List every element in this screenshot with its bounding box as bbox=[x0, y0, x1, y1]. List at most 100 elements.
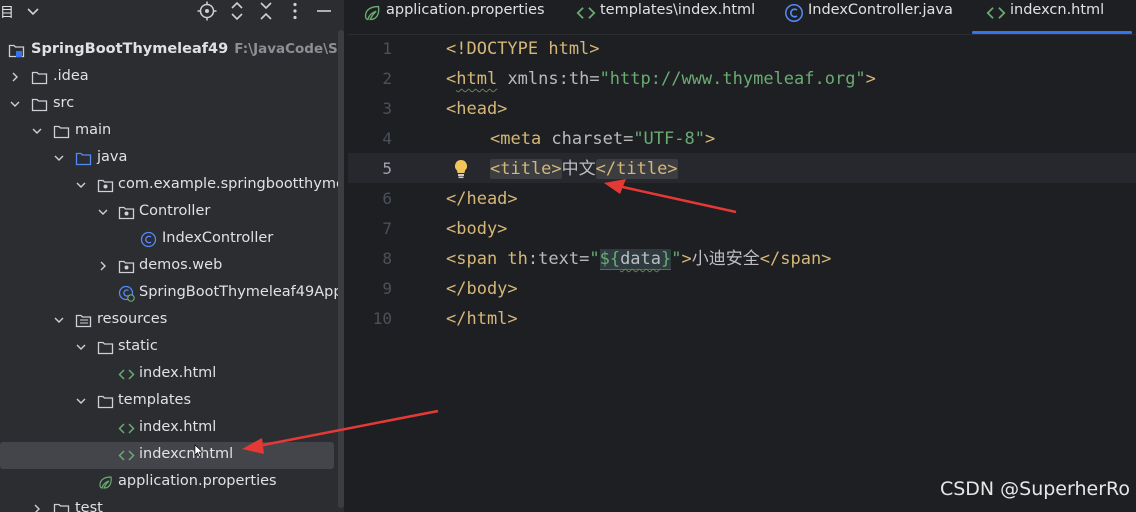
code-token: charset= bbox=[541, 129, 634, 149]
tree-item[interactable]: main bbox=[0, 118, 344, 145]
chevron-down-icon[interactable] bbox=[96, 205, 110, 219]
editor-tab-bar: application.properties templates\index.h… bbox=[348, 0, 1136, 35]
chevron-down-icon[interactable] bbox=[30, 124, 44, 138]
code-line-3[interactable]: <head> bbox=[446, 94, 507, 124]
folder-icon bbox=[31, 98, 48, 112]
code-token: ${ bbox=[599, 249, 621, 269]
tab-indexcn-html[interactable]: indexcn.html bbox=[972, 0, 1132, 34]
code-line-8[interactable]: <span th:text="${data}">小迪安全</span> bbox=[446, 244, 831, 274]
collapse-all-icon[interactable] bbox=[255, 0, 277, 22]
package-icon bbox=[97, 179, 114, 193]
tree-item-label: static bbox=[118, 338, 158, 354]
line-number: 9 bbox=[382, 279, 392, 298]
code-line-10[interactable]: </html> bbox=[446, 304, 518, 334]
line-number: 2 bbox=[382, 69, 392, 88]
tree-item-label: .idea bbox=[53, 68, 89, 84]
chevron-down-icon[interactable] bbox=[22, 1, 44, 23]
chevron-down-icon[interactable] bbox=[74, 394, 88, 408]
tree-item-label: application.properties bbox=[118, 473, 277, 489]
tree-item[interactable]: java bbox=[0, 145, 344, 172]
code-token: 中文 bbox=[561, 159, 596, 179]
code-token: </html> bbox=[446, 309, 518, 329]
project-path: F:\JavaCode\SpringBoo bbox=[234, 41, 344, 57]
tree-item-selected[interactable]: indexcn.html bbox=[0, 442, 334, 469]
chevron-down-icon[interactable] bbox=[74, 178, 88, 192]
more-options-icon[interactable] bbox=[284, 0, 306, 22]
tab-application-properties[interactable]: application.properties bbox=[362, 0, 552, 34]
code-line-4[interactable]: <meta charset="UTF-8"> bbox=[490, 124, 715, 154]
expand-all-icon[interactable] bbox=[226, 0, 248, 22]
tree-item[interactable]: test bbox=[0, 496, 344, 512]
code-line-1[interactable]: <!DOCTYPE html> bbox=[446, 34, 600, 64]
tree-item-label: main bbox=[75, 122, 112, 138]
tree-item[interactable]: IndexController bbox=[0, 226, 344, 253]
project-name: SpringBootThymeleaf49 bbox=[31, 41, 229, 57]
code-token: <!DOCTYPE html> bbox=[446, 39, 600, 59]
chevron-right-icon[interactable] bbox=[8, 70, 22, 84]
line-number: 4 bbox=[382, 129, 392, 148]
chevron-down-icon[interactable] bbox=[8, 97, 22, 111]
code-token: "UTF-8" bbox=[633, 129, 705, 149]
tab-label: indexcn.html bbox=[1010, 2, 1105, 18]
chevron-down-icon[interactable] bbox=[74, 340, 88, 354]
tree-item[interactable]: index.html bbox=[0, 415, 344, 442]
tree-item[interactable]: resources bbox=[0, 307, 344, 334]
chevron-down-icon[interactable] bbox=[52, 151, 66, 165]
tab-templates-index-html[interactable]: templates\index.html bbox=[576, 0, 766, 34]
line-number: 10 bbox=[372, 309, 392, 328]
folder-icon bbox=[53, 125, 70, 139]
tree-item[interactable]: src bbox=[0, 91, 344, 118]
code-token: <head> bbox=[446, 99, 508, 119]
java-class-icon bbox=[140, 231, 157, 248]
html-file-icon bbox=[118, 450, 135, 461]
code-line-9[interactable]: </body> bbox=[446, 274, 518, 304]
resources-folder-icon bbox=[75, 314, 92, 328]
folder-icon bbox=[31, 71, 48, 85]
code-line-2[interactable]: <html xmlns:th="http://www.thymeleaf.org… bbox=[446, 64, 876, 94]
project-tool-window: 目 SpringBootThymeleaf49 F:\JavaCode\Sprin… bbox=[0, 0, 344, 512]
spring-properties-icon bbox=[364, 5, 380, 21]
tree-item-label: demos.web bbox=[139, 257, 223, 273]
project-folder-icon bbox=[8, 44, 25, 58]
code-token: </head> bbox=[446, 189, 518, 209]
project-panel-scrollbar[interactable] bbox=[338, 30, 344, 508]
chevron-right-icon[interactable] bbox=[30, 502, 44, 512]
line-number: 1 bbox=[382, 39, 392, 58]
tree-item[interactable]: templates bbox=[0, 388, 344, 415]
chevron-right-icon[interactable] bbox=[96, 259, 110, 273]
code-token: data bbox=[620, 249, 662, 269]
tree-item[interactable]: static bbox=[0, 334, 344, 361]
html-file-icon bbox=[118, 423, 135, 434]
code-line-5[interactable]: <title>中文</title> bbox=[490, 154, 678, 184]
code-token: </body> bbox=[446, 279, 518, 299]
tab-label: IndexController.java bbox=[808, 2, 953, 18]
tree-item[interactable]: application.properties bbox=[0, 469, 344, 496]
active-tab-indicator bbox=[972, 31, 1132, 34]
code-editor: application.properties templates\index.h… bbox=[348, 0, 1136, 512]
line-number: 6 bbox=[382, 189, 392, 208]
tree-item[interactable]: Controller bbox=[0, 199, 344, 226]
tab-indexcontroller-java[interactable]: IndexController.java bbox=[784, 0, 964, 34]
code-line-6[interactable]: </head> bbox=[446, 184, 518, 214]
folder-icon bbox=[97, 341, 114, 355]
intention-bulb-icon[interactable] bbox=[452, 158, 470, 180]
code-token: <span bbox=[446, 249, 508, 269]
tree-item[interactable]: .idea bbox=[0, 64, 344, 91]
tree-item[interactable]: demos.web bbox=[0, 253, 344, 280]
code-line-7[interactable]: <body> bbox=[446, 214, 507, 244]
code-token: </title> bbox=[595, 159, 678, 179]
code-token: <title> bbox=[490, 159, 562, 179]
chevron-down-icon[interactable] bbox=[52, 313, 66, 327]
minimize-icon[interactable] bbox=[313, 0, 335, 22]
tree-project-root[interactable]: SpringBootThymeleaf49 F:\JavaCode\SpringB… bbox=[0, 37, 344, 64]
tree-item[interactable]: com.example.springbootthymeleaf4 bbox=[0, 172, 344, 199]
code-token: <meta bbox=[490, 129, 542, 149]
tree-item[interactable]: index.html bbox=[0, 361, 344, 388]
tree-item[interactable]: SpringBootThymeleaf49Applicat bbox=[0, 280, 344, 307]
code-token: html bbox=[456, 69, 498, 89]
code-token: > bbox=[704, 129, 716, 149]
source-folder-icon bbox=[75, 152, 92, 166]
spring-properties-icon bbox=[99, 476, 112, 489]
locate-file-icon[interactable] bbox=[196, 0, 218, 22]
thymeleaf-expression: ${data} bbox=[599, 249, 672, 270]
